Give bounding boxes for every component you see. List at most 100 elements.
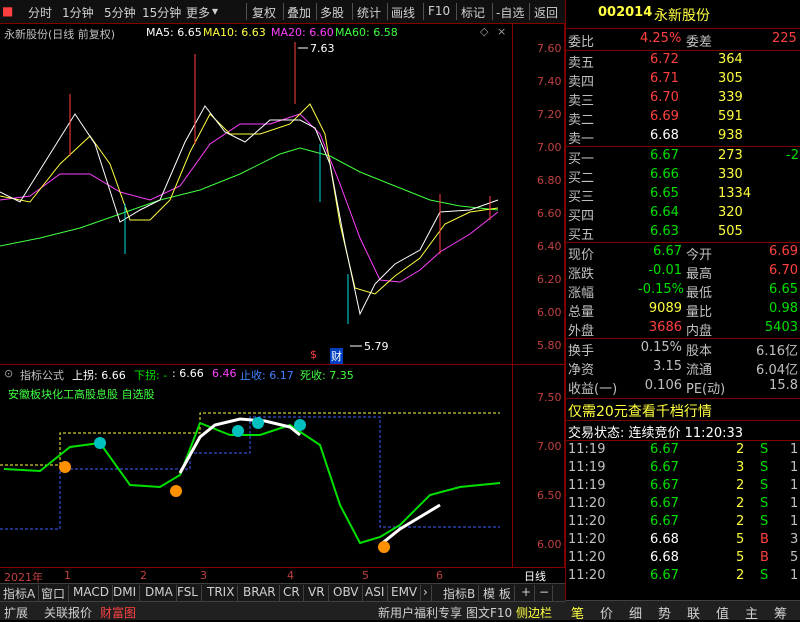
toolbar-back[interactable]: 返回 (534, 4, 558, 21)
kline-chart[interactable]: 永新股份(日线 前复权) MA5: 6.65 MA10: 6.63 MA20: … (0, 24, 565, 364)
buy-row[interactable]: 买一 6.67 273 -2 (568, 148, 799, 167)
sell-row[interactable]: 卖五 6.72 364 (568, 52, 798, 71)
tick-row[interactable]: 11:20 6.67 2 S 1 (568, 496, 798, 514)
tick-volume: 3 (736, 460, 745, 475)
y-tick: 6.00 (537, 306, 562, 319)
indicator-chart[interactable]: ⊙ 指标公式 上拐: 6.66 下拐: - : 6.66 6.46 止收: 6.… (0, 364, 565, 568)
tick-row[interactable]: 11:19 6.67 2 S 1 (568, 478, 798, 496)
tab-indicator-a[interactable]: 指标A (0, 585, 40, 601)
toolbar-diejia[interactable]: 叠加 (287, 4, 311, 21)
toolbar-tongji[interactable]: 统计 (357, 4, 381, 21)
tab-window[interactable]: 窗口 (38, 585, 70, 601)
add-icon[interactable]: + (518, 585, 536, 601)
sell-row[interactable]: 卖三 6.70 339 (568, 90, 798, 109)
stat-value: 6.65 (769, 282, 798, 297)
stat2-label: 收益(一) (568, 382, 618, 397)
toolbar-zixuan[interactable]: -自选 (496, 4, 524, 21)
tick-row[interactable]: 11:20 6.67 2 S 1 (568, 514, 798, 532)
toolbar-fuquan[interactable]: 复权 (252, 4, 276, 21)
tab-scroll-right-icon[interactable]: › (420, 585, 432, 601)
tab-obv[interactable]: OBV (330, 585, 363, 601)
status-expand[interactable]: 扩展 (4, 604, 28, 621)
toolbar-15min[interactable]: 15分钟 (142, 4, 181, 21)
tab-trix[interactable]: TRIX (204, 585, 239, 601)
remove-icon[interactable]: − (536, 585, 554, 601)
tick-row[interactable]: 11:19 6.67 3 S 1 (568, 460, 798, 478)
toolbar-biaoji[interactable]: 标记 (461, 4, 485, 21)
tab-indicator-b[interactable]: 指标B (440, 585, 480, 601)
buy-row[interactable]: 买五 6.63 505 (568, 224, 798, 243)
tick-row[interactable]: 11:20 6.68 5 B 3 (568, 532, 798, 550)
month-label: 5 (362, 569, 369, 582)
tab-lian[interactable]: 联 (687, 603, 700, 622)
stat2-value: 0.15% (640, 340, 682, 355)
tab-dmi[interactable]: DMI (110, 585, 141, 601)
tick-side: S (760, 496, 769, 511)
tick-row[interactable]: 11:20 6.68 5 B 5 (568, 550, 798, 568)
buy-change: -2 (786, 148, 799, 163)
tab-asi[interactable]: ASI (362, 585, 389, 601)
period-label[interactable]: 日线 (524, 568, 546, 584)
buy-level-label: 买三 (568, 190, 595, 205)
sub-y-tick: 7.00 (537, 440, 562, 453)
sell-row[interactable]: 卖四 6.71 305 (568, 71, 798, 90)
tick-volume: 2 (736, 478, 745, 493)
tick-row[interactable]: 11:19 6.67 2 S 1 (568, 442, 798, 460)
tab-cr[interactable]: CR (280, 585, 304, 601)
event-marker-cai[interactable]: 财 (330, 348, 343, 364)
toolbar-1min[interactable]: 1分钟 (62, 4, 94, 21)
event-marker-s[interactable]: $ (310, 348, 317, 361)
stat-label: 涨幅 (568, 286, 595, 301)
stat2-row: 换手 0.15% 股本 6.16亿 (568, 340, 798, 359)
y-tick: 7.20 (537, 108, 562, 121)
stat-value: 6.70 (769, 263, 798, 278)
tab-shi[interactable]: 势 (658, 603, 671, 622)
buy-row[interactable]: 买二 6.66 330 (568, 167, 798, 186)
stat-value: 9089 (648, 301, 682, 316)
buy-row[interactable]: 买三 6.65 1334 (568, 186, 798, 205)
tab-jia[interactable]: 价 (600, 603, 613, 622)
tick-time: 11:19 (568, 442, 606, 457)
tick-count: 3 (790, 532, 799, 547)
toolbar-duogu[interactable]: 多股 (320, 4, 344, 21)
tab-macd[interactable]: MACD (70, 585, 113, 601)
buy-volume: 320 (718, 205, 743, 220)
tab-bi[interactable]: 笔 (571, 603, 584, 622)
buy-row[interactable]: 买四 6.64 320 (568, 205, 798, 224)
tab-zhi[interactable]: 值 (716, 603, 729, 622)
more-chevron-icon[interactable]: ▾ (212, 4, 218, 18)
toolbar-more[interactable]: 更多 (186, 4, 210, 21)
toolbar-5min[interactable]: 5分钟 (104, 4, 136, 21)
toolbar-huaxian[interactable]: 画线 (391, 4, 415, 21)
status-sidebar[interactable]: 侧边栏 (516, 604, 552, 621)
buy-volume: 505 (718, 224, 743, 239)
status-wealth-chart[interactable]: 财富图 (100, 604, 136, 621)
promo-link[interactable]: 仅需20元查看千档行情 (568, 401, 712, 421)
tick-row[interactable]: 11:20 6.67 2 S 1 (568, 568, 798, 586)
status-f10[interactable]: 图文F10 (466, 604, 512, 621)
stat-label: 量比 (686, 305, 713, 320)
status-related-quote[interactable]: 关联报价 (44, 604, 92, 621)
sell-row[interactable]: 卖一 6.68 938 (568, 128, 798, 147)
tab-zhu[interactable]: 主 (745, 603, 758, 622)
status-new-user[interactable]: 新用户福利专享 (378, 604, 462, 621)
toolbar-fenshi[interactable]: 分时 (28, 4, 52, 21)
tab-xi[interactable]: 细 (629, 603, 642, 622)
tab-emv[interactable]: EMV (388, 585, 422, 601)
chart-toolbar: ■ 分时 1分钟 5分钟 15分钟 更多 ▾ 复权 叠加 多股 统计 画线 F1… (0, 0, 565, 24)
tick-volume: 5 (736, 532, 745, 547)
buy-price: 6.63 (650, 224, 679, 239)
toolbar-f10[interactable]: F10 (428, 4, 450, 18)
stat-label: 最低 (686, 286, 713, 301)
tab-vr[interactable]: VR (305, 585, 329, 601)
status-bar: 扩展 关联报价 财富图 新用户福利专享 图文F10 侧边栏 (0, 601, 565, 620)
tick-count: 1 (790, 568, 799, 583)
tab-brar[interactable]: BRAR (240, 585, 280, 601)
sell-row[interactable]: 卖二 6.69 591 (568, 109, 798, 128)
tab-dma[interactable]: DMA (142, 585, 177, 601)
tick-side: B (760, 532, 769, 547)
month-label: 3 (200, 569, 207, 582)
tab-chou[interactable]: 筹 (774, 603, 787, 622)
tab-fsl[interactable]: FSL (174, 585, 202, 601)
tab-template[interactable]: 模 板 (480, 585, 515, 601)
